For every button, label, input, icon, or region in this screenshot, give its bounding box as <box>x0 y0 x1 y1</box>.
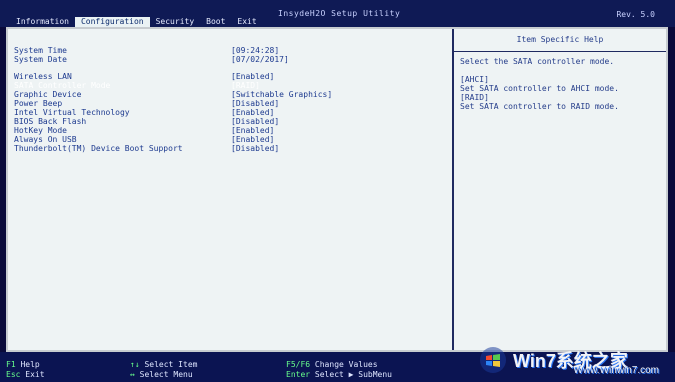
footer-select-menu: ↔ Select Menu <box>130 370 193 379</box>
menu-information[interactable]: Information <box>10 17 75 27</box>
menu-security[interactable]: Security <box>150 17 201 27</box>
help-line: Select the SATA controller mode. <box>460 57 615 66</box>
windows-logo-icon <box>480 347 506 373</box>
key-label: ↑↓ <box>130 360 140 369</box>
key-label: Enter <box>286 370 311 379</box>
help-header: Item Specific Help <box>454 29 666 52</box>
top-bar: InsydeH2O Setup Utility Rev. 5.0 Informa… <box>0 0 675 27</box>
help-text: Select the SATA controller mode. [AHCI] … <box>460 57 660 111</box>
setting-value[interactable]: [Enabled] <box>231 126 274 135</box>
revision-label: Rev. 5.0 <box>616 10 655 19</box>
setting-label: Thunderbolt(TM) Device Boot Support <box>14 144 183 153</box>
menu-exit[interactable]: Exit <box>231 17 262 27</box>
footer-exit: Esc Exit <box>6 370 45 379</box>
menu-boot[interactable]: Boot <box>200 17 231 27</box>
key-label: Esc <box>6 370 21 379</box>
setting-value[interactable]: [Disabled] <box>231 99 279 108</box>
key-text: Change Values <box>314 360 378 369</box>
setting-hotkey-mode[interactable]: HotKey Mode [Enabled] <box>14 126 444 135</box>
setting-sata-controller-mode[interactable]: SATA Controller Mode [RAID] <box>14 81 444 90</box>
setting-label: Power Beep <box>14 99 63 108</box>
footer-select-item: ↑↓ Select Item <box>130 360 197 369</box>
menu-bar: Information Configuration Security Boot … <box>10 17 263 27</box>
setting-label: BIOS Back Flash <box>14 117 87 126</box>
main-panel: System Time [09:24:28] System Date [07/0… <box>6 27 668 352</box>
watermark: Win7系统之家 Www.Winwin7.com <box>479 344 669 376</box>
key-label: F1 <box>6 360 16 369</box>
key-text: Exit <box>25 370 45 379</box>
setting-label: System Date <box>14 55 67 64</box>
setting-power-beep[interactable]: Power Beep [Disabled] <box>14 99 444 108</box>
help-line <box>460 66 660 75</box>
key-label: F5/F6 <box>286 360 311 369</box>
setting-value[interactable]: [Switchable Graphics] <box>231 90 332 99</box>
setting-value[interactable]: [Disabled] <box>231 117 279 126</box>
setting-label: Always On USB <box>14 135 77 144</box>
menu-configuration[interactable]: Configuration <box>74 17 150 27</box>
setting-system-time[interactable]: System Time [09:24:28] <box>14 46 444 55</box>
help-line: [AHCI] <box>460 75 489 84</box>
watermark-sub: Www.Winwin7.com <box>573 365 659 376</box>
footer-help: F1 Help <box>6 360 40 369</box>
help-line: Set SATA controller to AHCI mode. <box>460 84 619 93</box>
setting-value[interactable]: [07/02/2017] <box>231 55 289 64</box>
setting-value[interactable]: [Enabled] <box>231 135 274 144</box>
setting-label: HotKey Mode <box>14 126 67 135</box>
footer-change-values: F5/F6 Change Values <box>286 360 378 369</box>
footer-select-submenu: Enter Select ▶ SubMenu <box>286 370 392 379</box>
setting-value[interactable]: [09:24:28] <box>231 46 279 55</box>
setting-value[interactable]: [Enabled] <box>231 108 274 117</box>
setting-label: SATA Controller Mode <box>14 81 111 90</box>
setting-label: Intel Virtual Technology <box>14 108 130 117</box>
setting-value[interactable]: [Enabled] <box>231 72 274 81</box>
setting-graphic-device[interactable]: Graphic Device [Switchable Graphics] <box>14 90 444 99</box>
key-text: Select Item <box>144 360 198 369</box>
settings-list: System Time [09:24:28] System Date [07/0… <box>14 46 444 153</box>
setting-label: Graphic Device <box>14 90 82 99</box>
setting-always-on-usb[interactable]: Always On USB [Enabled] <box>14 135 444 144</box>
setting-value[interactable]: [RAID] <box>231 81 260 90</box>
panel-divider <box>452 29 454 350</box>
key-text: Select ▶ SubMenu <box>314 370 392 379</box>
setting-system-date[interactable]: System Date [07/02/2017] <box>14 55 444 64</box>
key-text: Select Menu <box>139 370 193 379</box>
setting-thunderbolt-boot-support[interactable]: Thunderbolt(TM) Device Boot Support [Dis… <box>14 144 444 153</box>
key-text: Help <box>20 360 40 369</box>
setting-intel-virtual-technology[interactable]: Intel Virtual Technology [Enabled] <box>14 108 444 117</box>
key-label: ↔ <box>130 370 135 379</box>
setting-label: System Time <box>14 46 67 55</box>
setting-label: Wireless LAN <box>14 72 72 81</box>
setting-wireless-lan[interactable]: Wireless LAN [Enabled] <box>14 72 444 81</box>
help-line: Set SATA controller to RAID mode. <box>460 102 619 111</box>
setting-bios-back-flash[interactable]: BIOS Back Flash [Disabled] <box>14 117 444 126</box>
app-title: InsydeH2O Setup Utility <box>278 9 401 18</box>
help-line: [RAID] <box>460 93 489 102</box>
setting-value[interactable]: [Disabled] <box>231 144 279 153</box>
